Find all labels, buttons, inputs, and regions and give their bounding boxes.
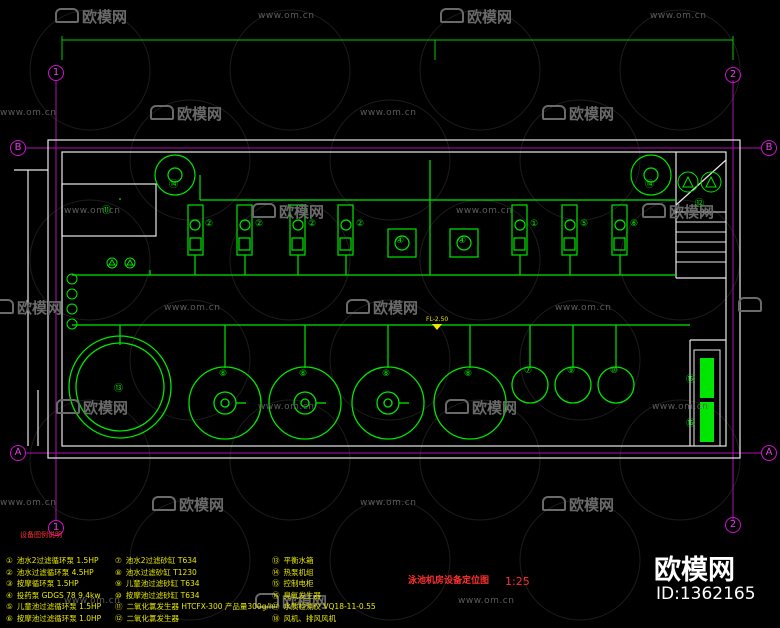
sheet-title: 泳池机房设备定位图 <box>408 576 490 586</box>
legend-item-number: ⑬ <box>272 556 280 565</box>
legend-item-text: 水质检测仪 VQ18-11-0.55 <box>283 602 376 611</box>
heat-pump-left <box>154 154 196 196</box>
control-cabinets <box>693 349 721 447</box>
legend-item-text: 池水过滤循环泵 4.5HP <box>16 567 94 577</box>
legend-item-number: ⑪ <box>115 602 123 611</box>
legend-item-number: ⑦ <box>115 556 122 565</box>
legend-item-text: 二氧化氯发生器 HTCFX-300 产品量300g/h <box>126 602 274 611</box>
legend-item-text: 池水2过滤砂缸 T634 <box>125 556 197 565</box>
legend-item: ⑥ 按摩池过滤循环泵 1.0HP <box>6 613 101 624</box>
axis-bubble-2-bottom: 2 <box>725 517 741 533</box>
legend-item-number: ② <box>6 567 13 577</box>
dimension-line <box>61 36 734 60</box>
brand-id: ID:1362165 <box>656 584 756 604</box>
legend-item: ⑬ 平衡水箱 <box>272 555 314 566</box>
legend-item-number: ⑱ <box>272 613 280 623</box>
legend-item-number: ⑨ <box>115 579 122 588</box>
legend-item-text: 池水2过滤循环泵 1.5HP <box>16 556 99 565</box>
legend-item-text: 风机、排风风机 <box>283 613 337 623</box>
legend-item: ⑭ 热泵机组 <box>272 567 314 578</box>
piping <box>72 160 690 368</box>
plan-drawing <box>14 9 762 621</box>
brand-logo: 欧模网 <box>654 555 735 586</box>
legend-item: ⑨ 儿童池过滤砂缸 T634 <box>115 578 200 589</box>
legend-item: ⑩ 按摩池过滤砂缸 T634 <box>115 590 200 601</box>
legend-item: ⑯ 臭氧发生器 <box>272 590 321 601</box>
legend-item: ⑧ 池水过滤砂缸 T1230 <box>115 567 197 578</box>
legend-item-number: ⑮ <box>272 579 280 588</box>
axis-bubble-1-top: 1 <box>48 65 64 81</box>
legend-item: ⑫ 二氧化氯发生器 <box>115 613 179 624</box>
legend-item-number: ⑧ <box>115 567 122 577</box>
watermark-circles <box>29 9 741 621</box>
legend-item-text: 儿童池过滤砂缸 T634 <box>125 579 200 588</box>
legend-item-number: ⑰ <box>272 602 280 611</box>
legend-item-text: 二氧化氯发生器 <box>126 613 180 623</box>
elevation-label: FL-2.50 <box>426 316 449 323</box>
legend-item: ③ 按摩循环泵 1.5HP <box>6 578 79 589</box>
dosing-pumps <box>387 228 479 258</box>
legend-item: ⑪ 二氧化氯发生器 HTCFX-300 产品量300g/h <box>115 601 274 612</box>
legend-item-text: 臭氧发生器 <box>283 590 322 600</box>
legend-item-number: ① <box>6 556 13 565</box>
fan-units <box>677 171 722 193</box>
legend-item: ⑰ 水质检测仪 VQ18-11-0.55 <box>272 601 376 612</box>
legend-item-number: ⑯ <box>272 590 280 600</box>
legend-title: 设备图例说明 <box>20 531 62 539</box>
sheet-scale: 1:25 <box>505 575 530 588</box>
legend-item-text: 按摩循环泵 1.5HP <box>16 579 79 588</box>
balance-tank <box>68 335 172 439</box>
legend-item-text: 儿童池过滤循环泵 1.5HP <box>16 602 102 611</box>
legend-item: ② 池水过滤循环泵 4.5HP <box>6 567 94 578</box>
legend-item-text: 热泵机组 <box>283 567 314 577</box>
axis-bubble-2-top: 2 <box>725 67 741 83</box>
axis-bubble-a-right: A <box>761 445 777 461</box>
legend-item: ⑮ 控制电柜 <box>272 578 314 589</box>
legend-item: ⑦ 池水2过滤砂缸 T634 <box>115 555 197 566</box>
heat-pump-right <box>630 154 672 196</box>
sand-filters <box>188 366 635 440</box>
legend-item-number: ⑤ <box>6 602 13 611</box>
legend-item-text: 投药泵 GDGS 78 9.4kw <box>16 590 101 600</box>
legend-item-number: ④ <box>6 590 13 600</box>
legend-item-number: ⑥ <box>6 613 13 623</box>
legend-item-number: ⑫ <box>115 613 123 623</box>
axis-bubble-b-right: B <box>761 140 777 156</box>
legend-item: ⑤ 儿童池过滤循环泵 1.5HP <box>6 601 101 612</box>
legend-item-text: 按摩池过滤循环泵 1.0HP <box>16 613 102 623</box>
legend-item-number: ③ <box>6 579 13 588</box>
legend-item-text: 池水过滤砂缸 T1230 <box>125 567 197 577</box>
legend-item-number: ⑭ <box>272 567 280 577</box>
legend-item-text: 控制电柜 <box>283 579 314 588</box>
stair <box>676 211 726 263</box>
axis-bubble-a-left: A <box>10 445 26 461</box>
legend-item: ⑱ 风机、排风风机 <box>272 613 336 624</box>
legend-item: ① 池水2过滤循环泵 1.5HP <box>6 555 98 566</box>
legend-item-text: 平衡水箱 <box>283 556 314 565</box>
axis-bubble-b-left: B <box>10 140 26 156</box>
legend-item-number: ⑩ <box>115 590 122 600</box>
legend-item: ④ 投药泵 GDGS 78 9.4kw <box>6 590 101 601</box>
legend-item-text: 按摩池过滤砂缸 T634 <box>125 590 200 600</box>
